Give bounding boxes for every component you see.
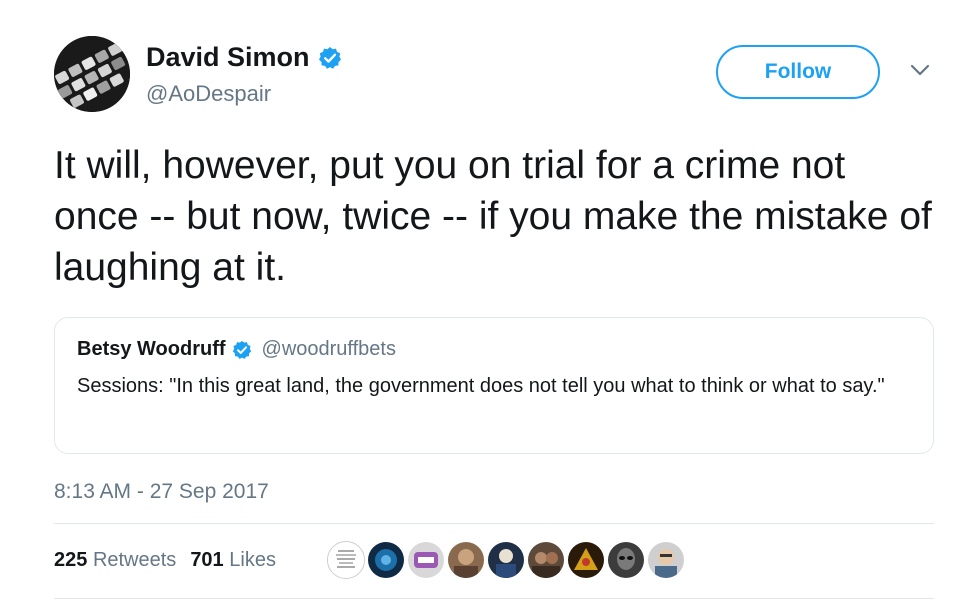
- liker-avatar[interactable]: [567, 541, 605, 579]
- liker-avatar[interactable]: [647, 541, 685, 579]
- likes-stat[interactable]: 701 Likes: [190, 549, 276, 572]
- verified-badge-icon: [318, 46, 342, 70]
- chevron-down-icon[interactable]: [906, 60, 934, 80]
- divider: [54, 523, 934, 524]
- retweets-count: 225: [54, 549, 88, 571]
- tweet-timestamp[interactable]: 8:13 AM - 27 Sep 2017: [54, 480, 269, 504]
- author-display-name[interactable]: David Simon: [146, 42, 310, 73]
- author-handle[interactable]: @AoDespair: [146, 81, 271, 107]
- liker-avatar[interactable]: [527, 541, 565, 579]
- quoted-tweet-header: Betsy Woodruff @woodruffbets: [77, 338, 913, 361]
- quoted-tweet-text: Sessions: "In this great land, the gover…: [77, 375, 885, 397]
- follow-button[interactable]: Follow: [716, 45, 880, 99]
- liker-avatar[interactable]: [487, 541, 525, 579]
- liker-avatar[interactable]: [407, 541, 445, 579]
- quoted-handle: @woodruffbets: [261, 338, 396, 360]
- divider: [54, 598, 934, 599]
- liker-avatars: [327, 541, 685, 579]
- quoted-display-name: Betsy Woodruff: [77, 338, 226, 360]
- liker-avatar[interactable]: [367, 541, 405, 579]
- liker-avatar[interactable]: [447, 541, 485, 579]
- liker-avatar[interactable]: [607, 541, 645, 579]
- quoted-tweet-card[interactable]: Betsy Woodruff @woodruffbets Sessions: "…: [54, 317, 934, 454]
- retweets-label: Retweets: [92, 549, 177, 571]
- likes-count: 701: [190, 549, 224, 571]
- tweet-text: It will, however, put you on trial for a…: [54, 144, 932, 289]
- verified-badge-icon: [232, 340, 252, 360]
- author-name-row[interactable]: David Simon: [146, 42, 342, 73]
- retweets-stat[interactable]: 225 Retweets: [54, 549, 176, 572]
- liker-avatar[interactable]: [327, 541, 365, 579]
- tweet-stats: 225 Retweets 701 Likes: [54, 549, 276, 572]
- likes-label: Likes: [229, 549, 276, 571]
- author-avatar[interactable]: [54, 36, 130, 112]
